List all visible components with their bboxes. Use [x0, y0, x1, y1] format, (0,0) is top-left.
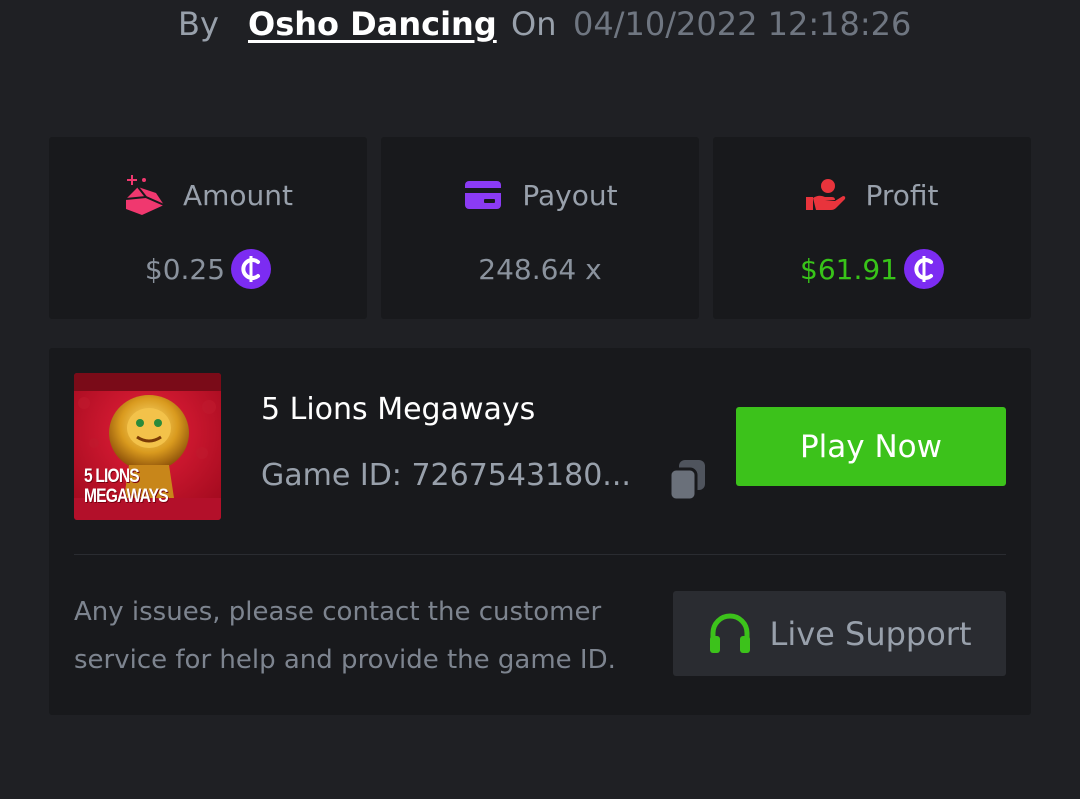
- amount-value-row: $0.25: [49, 241, 367, 297]
- on-label: On: [511, 5, 557, 43]
- game-thumbnail[interactable]: 5 LIONS MEGAWAYS: [74, 373, 221, 520]
- hand-coin-icon: [805, 174, 847, 216]
- help-text: Any issues, please contact the customer …: [74, 597, 616, 675]
- amount-value: $0.25: [144, 252, 226, 286]
- payout-value-row: 248.64 x: [381, 241, 699, 297]
- live-support-button[interactable]: Live Support: [673, 591, 1006, 676]
- game-panel: 5 LIONS MEGAWAYS 5 Lions Megaways Game I…: [49, 348, 1031, 715]
- by-label: By: [178, 5, 219, 43]
- amount-label: Amount: [182, 178, 294, 212]
- profit-label: Profit: [865, 178, 939, 212]
- payout-header: Payout: [381, 173, 699, 217]
- stats-row: Amount $0.25 Payout 248.64 x Profit $61.…: [49, 137, 1031, 319]
- divider: [74, 554, 1006, 555]
- play-now-button[interactable]: Play Now: [736, 407, 1006, 486]
- profit-card: Profit $61.91: [713, 137, 1031, 319]
- payout-card: Payout 248.64 x: [381, 137, 699, 319]
- headset-icon: [707, 611, 753, 657]
- profit-value: $61.91: [800, 252, 898, 286]
- game-id: Game ID: 7267543180...: [261, 458, 631, 493]
- payout-label: Payout: [522, 178, 618, 212]
- payout-value: 248.64 x: [478, 252, 602, 286]
- bet-meta: By Osho Dancing On 04/10/2022 12:18:26: [0, 0, 1080, 48]
- copy-icon[interactable]: [667, 458, 709, 502]
- amount-card: Amount $0.25: [49, 137, 367, 319]
- card-icon: [462, 174, 504, 216]
- thumbnail-logo-text: 5 LIONS MEGAWAYS: [84, 466, 169, 507]
- amount-header: Amount: [49, 173, 367, 217]
- coin-icon: [231, 249, 272, 289]
- bet-timestamp: 04/10/2022 12:18:26: [573, 5, 912, 43]
- coin-icon: [903, 249, 944, 289]
- username-link[interactable]: Osho Dancing: [248, 0, 497, 48]
- profit-header: Profit: [713, 173, 1031, 217]
- game-title: 5 Lions Megaways: [261, 392, 536, 427]
- profit-value-row: $61.91: [713, 241, 1031, 297]
- live-support-label: Live Support: [769, 614, 972, 653]
- gem-icon: [123, 174, 165, 216]
